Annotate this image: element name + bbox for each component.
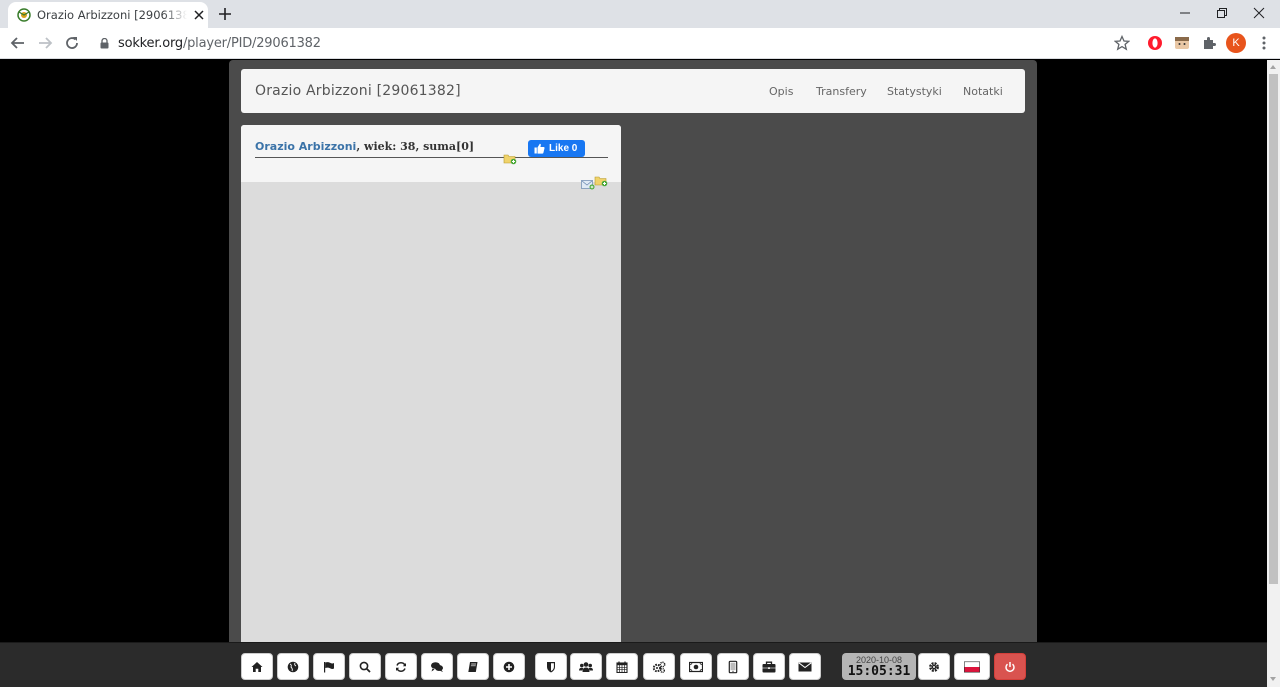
plus-circle-icon [503, 661, 515, 672]
book-icon [468, 661, 478, 672]
tab-statystyki[interactable]: Statystyki [887, 85, 942, 98]
messages-button[interactable] [789, 653, 821, 680]
power-icon [1005, 661, 1015, 672]
globe-button[interactable] [277, 653, 309, 680]
shield-icon [547, 661, 555, 672]
refresh-icon [396, 661, 406, 672]
profile-avatar[interactable]: K [1226, 33, 1246, 53]
flag-button[interactable] [313, 653, 345, 680]
cogs-icon [652, 661, 666, 673]
back-icon[interactable] [10, 35, 26, 51]
logout-button[interactable] [994, 653, 1026, 680]
divider [255, 157, 608, 158]
bookmark-star-icon[interactable] [1114, 35, 1130, 51]
forward-icon[interactable] [37, 35, 53, 51]
player-card-header: Orazio Arbizzoni, wiek: 38, suma[0] Like… [241, 125, 621, 190]
extensions-puzzle-icon[interactable] [1201, 35, 1217, 51]
envelope-icon [798, 661, 812, 671]
home-button[interactable] [241, 653, 273, 680]
player-summary: Orazio Arbizzoni, wiek: 38, suma[0] [255, 140, 474, 153]
close-window-icon[interactable] [1251, 6, 1267, 20]
page-viewport: Orazio Arbizzoni [29061382] Opis Transfe… [0, 60, 1267, 687]
add-folder-icon[interactable] [503, 153, 517, 165]
tab-notatki[interactable]: Notatki [963, 85, 1003, 98]
search-icon [359, 661, 371, 673]
squad-button[interactable] [570, 653, 602, 680]
new-tab-icon[interactable] [217, 6, 233, 22]
globe-icon [287, 661, 299, 672]
thumbs-up-icon [534, 143, 545, 154]
search-button[interactable] [349, 653, 381, 680]
page-scrollbar[interactable] [1267, 60, 1280, 687]
bottom-toolbar: 2020-10-08 15:05:31 [0, 642, 1267, 687]
add-button[interactable] [493, 653, 525, 680]
browser-tab[interactable]: Orazio Arbizzoni [29061382] - Sokker [8, 2, 208, 28]
calendar-icon [616, 661, 628, 673]
settings-button[interactable] [918, 653, 950, 680]
server-clock: 2020-10-08 15:05:31 [842, 653, 916, 680]
facebook-like-button[interactable]: Like 0 [528, 140, 585, 157]
scroll-up-arrow-icon[interactable] [1270, 65, 1276, 69]
send-mail-icon[interactable] [581, 178, 595, 190]
gear-icon [929, 661, 939, 672]
briefcase-icon [762, 661, 776, 672]
poland-flag-icon [964, 661, 980, 672]
browser-tab-strip: Orazio Arbizzoni [29061382] - Sokker [0, 0, 1280, 28]
main-container: Orazio Arbizzoni [29061382] Opis Transfe… [229, 60, 1037, 687]
refresh-button[interactable] [385, 653, 417, 680]
player-name-link[interactable]: Orazio Arbizzoni [255, 140, 356, 153]
flag-icon [324, 661, 334, 672]
url-path: /player/PID/29061382 [182, 36, 321, 51]
training-button[interactable] [643, 653, 675, 680]
calendar-button[interactable] [606, 653, 638, 680]
page-title: Orazio Arbizzoni [29061382] [255, 83, 461, 99]
browser-menu-icon[interactable] [1256, 35, 1272, 51]
home-icon [251, 661, 263, 672]
chat-button[interactable] [421, 653, 453, 680]
minimize-icon[interactable] [1177, 6, 1193, 20]
sokker-favicon-icon [17, 8, 31, 22]
finances-button[interactable] [680, 653, 712, 680]
address-bar[interactable]: sokker.org/player/PID/29061382 [91, 31, 1143, 56]
tab-opis[interactable]: Opis [769, 85, 793, 98]
browser-toolbar: sokker.org/player/PID/29061382 K [0, 28, 1280, 59]
chat-icon [431, 661, 443, 672]
club-button[interactable] [535, 653, 567, 680]
lock-icon [100, 38, 109, 49]
tab-title: Orazio Arbizzoni [29061382] - Sokker [37, 8, 187, 22]
tab-transfery[interactable]: Transfery [816, 85, 867, 98]
mobile-button[interactable] [717, 653, 749, 680]
money-icon [689, 661, 703, 672]
player-navbar: Orazio Arbizzoni [29061382] Opis Transfe… [241, 69, 1025, 113]
player-details: , wiek: 38, suma[0] [356, 140, 475, 153]
player-card: Orazio Arbizzoni, wiek: 38, suma[0] Like… [241, 125, 621, 687]
tablet-icon [728, 660, 738, 673]
opera-extension-icon[interactable] [1147, 35, 1163, 51]
transfers-button[interactable] [753, 653, 785, 680]
language-button[interactable] [954, 653, 990, 680]
add-folder-icon[interactable] [594, 175, 608, 187]
scroll-down-arrow-icon[interactable] [1270, 677, 1276, 681]
reload-icon[interactable] [64, 35, 80, 51]
like-label: Like 0 [549, 143, 578, 154]
restore-icon[interactable] [1214, 6, 1230, 20]
users-icon [579, 661, 593, 672]
url-text: sokker.org/player/PID/29061382 [118, 36, 321, 51]
clock-time: 15:05:31 [847, 664, 911, 679]
book-button[interactable] [457, 653, 489, 680]
avatar-extension-icon[interactable] [1174, 35, 1190, 51]
close-tab-icon[interactable] [193, 9, 205, 21]
url-host: sokker.org [118, 36, 183, 51]
scrollbar-thumb[interactable] [1269, 74, 1278, 584]
